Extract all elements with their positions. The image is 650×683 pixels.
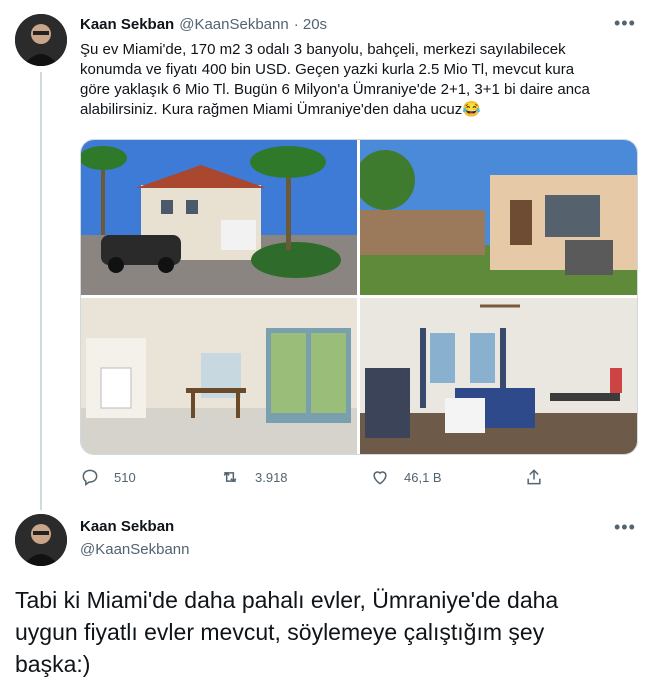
retweet-button[interactable]: 3.918 — [219, 467, 288, 487]
tweet-line: başka:) — [15, 651, 91, 677]
share-icon — [527, 469, 541, 485]
tweet-line: Şu ev Miami'de, 170 m2 3 odalı 3 banyolu… — [80, 41, 566, 58]
tweet-time[interactable]: · 20s — [294, 16, 327, 33]
reply-icon — [82, 469, 98, 486]
like-count: 46,1 B — [404, 469, 442, 485]
more-icon[interactable]: ••• — [614, 518, 636, 536]
like-icon — [373, 471, 387, 485]
tweet-line: konumda ve fiyatı 400 bin USD. Geçen yaz… — [80, 61, 575, 78]
thread-line — [40, 72, 42, 510]
tweet-header: Kaan Sekban @KaanSekbann · 20s — [80, 16, 327, 33]
reply-button[interactable]: 510 — [80, 467, 136, 487]
reply-count: 510 — [114, 469, 136, 485]
retweet-count: 3.918 — [255, 469, 288, 485]
tweet-text: Tabi ki Miami'de daha pahalı evler, Ümra… — [15, 584, 645, 680]
tweet-line: uygun fiyatlı evler mevcut, söylemeye ça… — [15, 619, 545, 645]
tweet-line: göre yaklaşık 6 Mio Tl. Bugün 6 Milyon'a… — [80, 81, 590, 98]
tweet-line: alabilirsiniz. Kura rağmen Miami Ümraniy… — [80, 101, 481, 118]
avatar[interactable] — [15, 514, 67, 566]
retweet-icon — [223, 471, 237, 483]
like-button[interactable]: 46,1 B — [370, 467, 442, 487]
share-button[interactable] — [524, 467, 558, 487]
photo-grid — [80, 139, 638, 455]
house-exterior-photo[interactable] — [81, 140, 357, 295]
more-icon[interactable]: ••• — [614, 14, 636, 32]
tweet-line: Tabi ki Miami'de daha pahalı evler, Ümra… — [15, 587, 559, 613]
author-handle[interactable]: @KaanSekbann — [80, 541, 189, 558]
backyard-photo[interactable] — [360, 140, 637, 295]
avatar[interactable] — [15, 14, 67, 66]
author-name[interactable]: Kaan Sekban — [80, 16, 174, 33]
tweet-text: Şu ev Miami'de, 170 m2 3 odalı 3 banyolu… — [80, 40, 640, 120]
kitchen-photo[interactable] — [81, 298, 357, 454]
author-name[interactable]: Kaan Sekban — [80, 518, 174, 535]
bedroom-photo[interactable] — [360, 298, 637, 454]
author-handle[interactable]: @KaanSekbann — [179, 16, 288, 33]
